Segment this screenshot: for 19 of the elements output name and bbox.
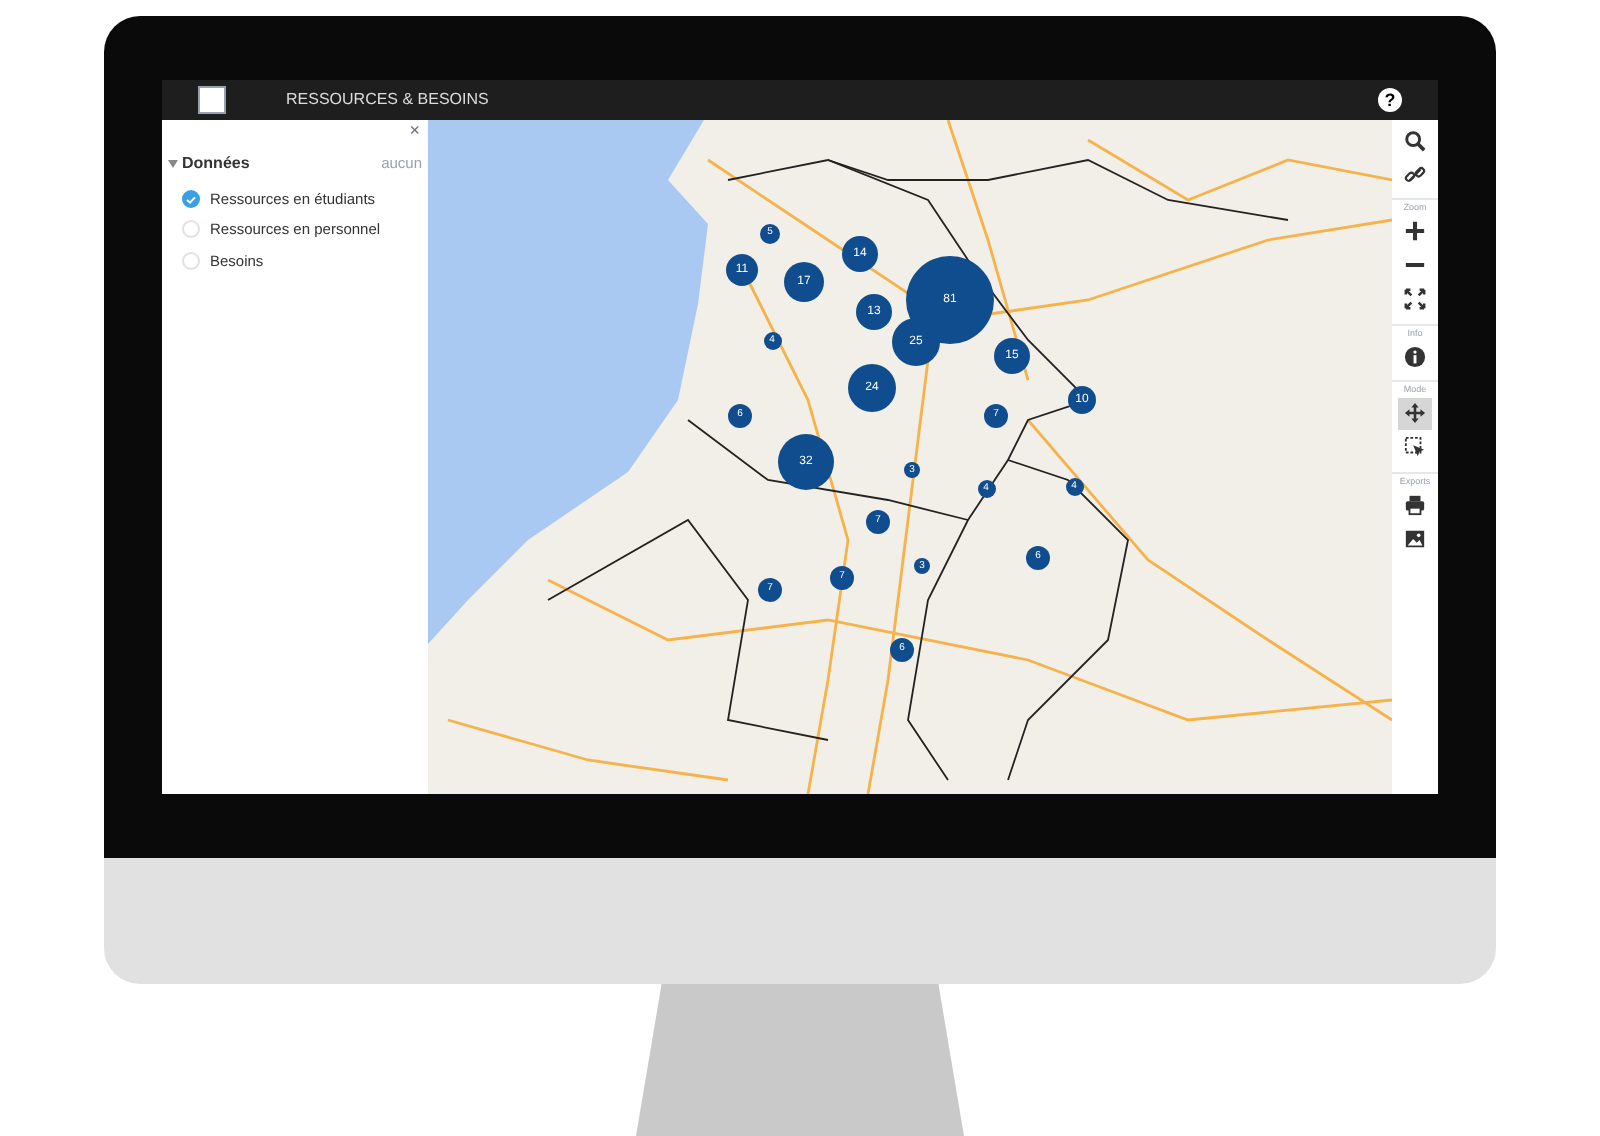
section-title: Données [182, 152, 252, 176]
close-button[interactable]: × [409, 122, 420, 140]
print-icon [1404, 493, 1426, 515]
search-icon [1404, 129, 1426, 151]
move-arrows-icon [1404, 402, 1426, 424]
radio-button[interactable] [182, 190, 200, 209]
selection-cursor-icon [1404, 436, 1426, 458]
help-button[interactable]: ? [1378, 88, 1402, 112]
zoom-in-icon [1404, 220, 1426, 242]
logo-icon [198, 86, 226, 114]
link-icon [1404, 163, 1426, 185]
image-icon [1404, 527, 1426, 549]
move-arrows-button[interactable] [1398, 397, 1432, 429]
info-icon [1404, 345, 1426, 367]
radio-button[interactable] [182, 251, 200, 270]
radio-button[interactable] [182, 220, 200, 239]
caret-icon[interactable] [168, 160, 178, 168]
fullscreen-icon [1404, 288, 1426, 310]
app-title: RESSOURCES & BESOINS [286, 88, 491, 112]
